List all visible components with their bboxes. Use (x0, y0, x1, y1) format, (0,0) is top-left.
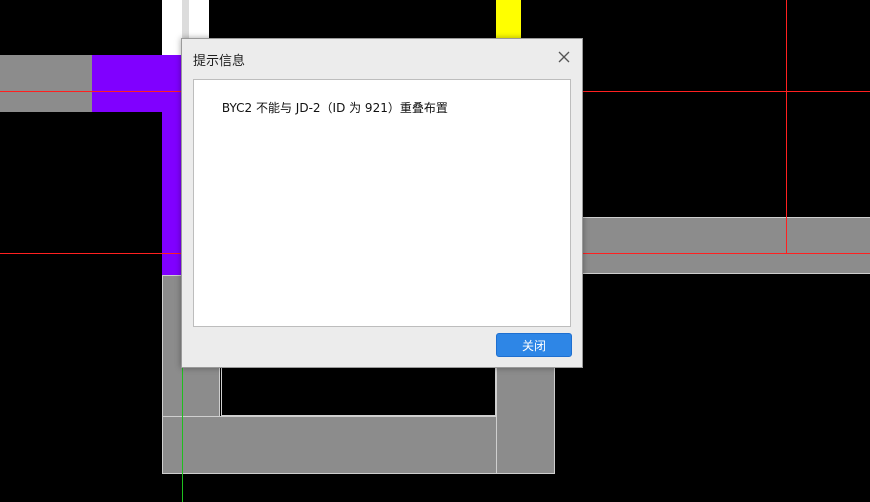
close-icon[interactable] (556, 49, 572, 65)
close-button[interactable]: 关闭 (496, 333, 572, 357)
green-axis-vertical (182, 360, 183, 502)
red-axis-vertical (786, 0, 787, 254)
gray-beam-left (0, 55, 95, 112)
black-inner-cavity (221, 360, 496, 416)
message-text-area[interactable]: BYC2 不能与 JD-2（ID 为 921）重叠布置 (193, 79, 571, 327)
gray-beam-right (560, 217, 870, 274)
gray-wall-lower-right (496, 360, 555, 474)
message-dialog: 提示信息 BYC2 不能与 JD-2（ID 为 921）重叠布置 关闭 (181, 38, 583, 368)
cad-canvas[interactable]: 提示信息 BYC2 不能与 JD-2（ID 为 921）重叠布置 关闭 (0, 0, 870, 502)
black-notch (92, 112, 162, 115)
dialog-title: 提示信息 (193, 54, 246, 69)
message-text: BYC2 不能与 JD-2（ID 为 921）重叠布置 (221, 101, 448, 115)
